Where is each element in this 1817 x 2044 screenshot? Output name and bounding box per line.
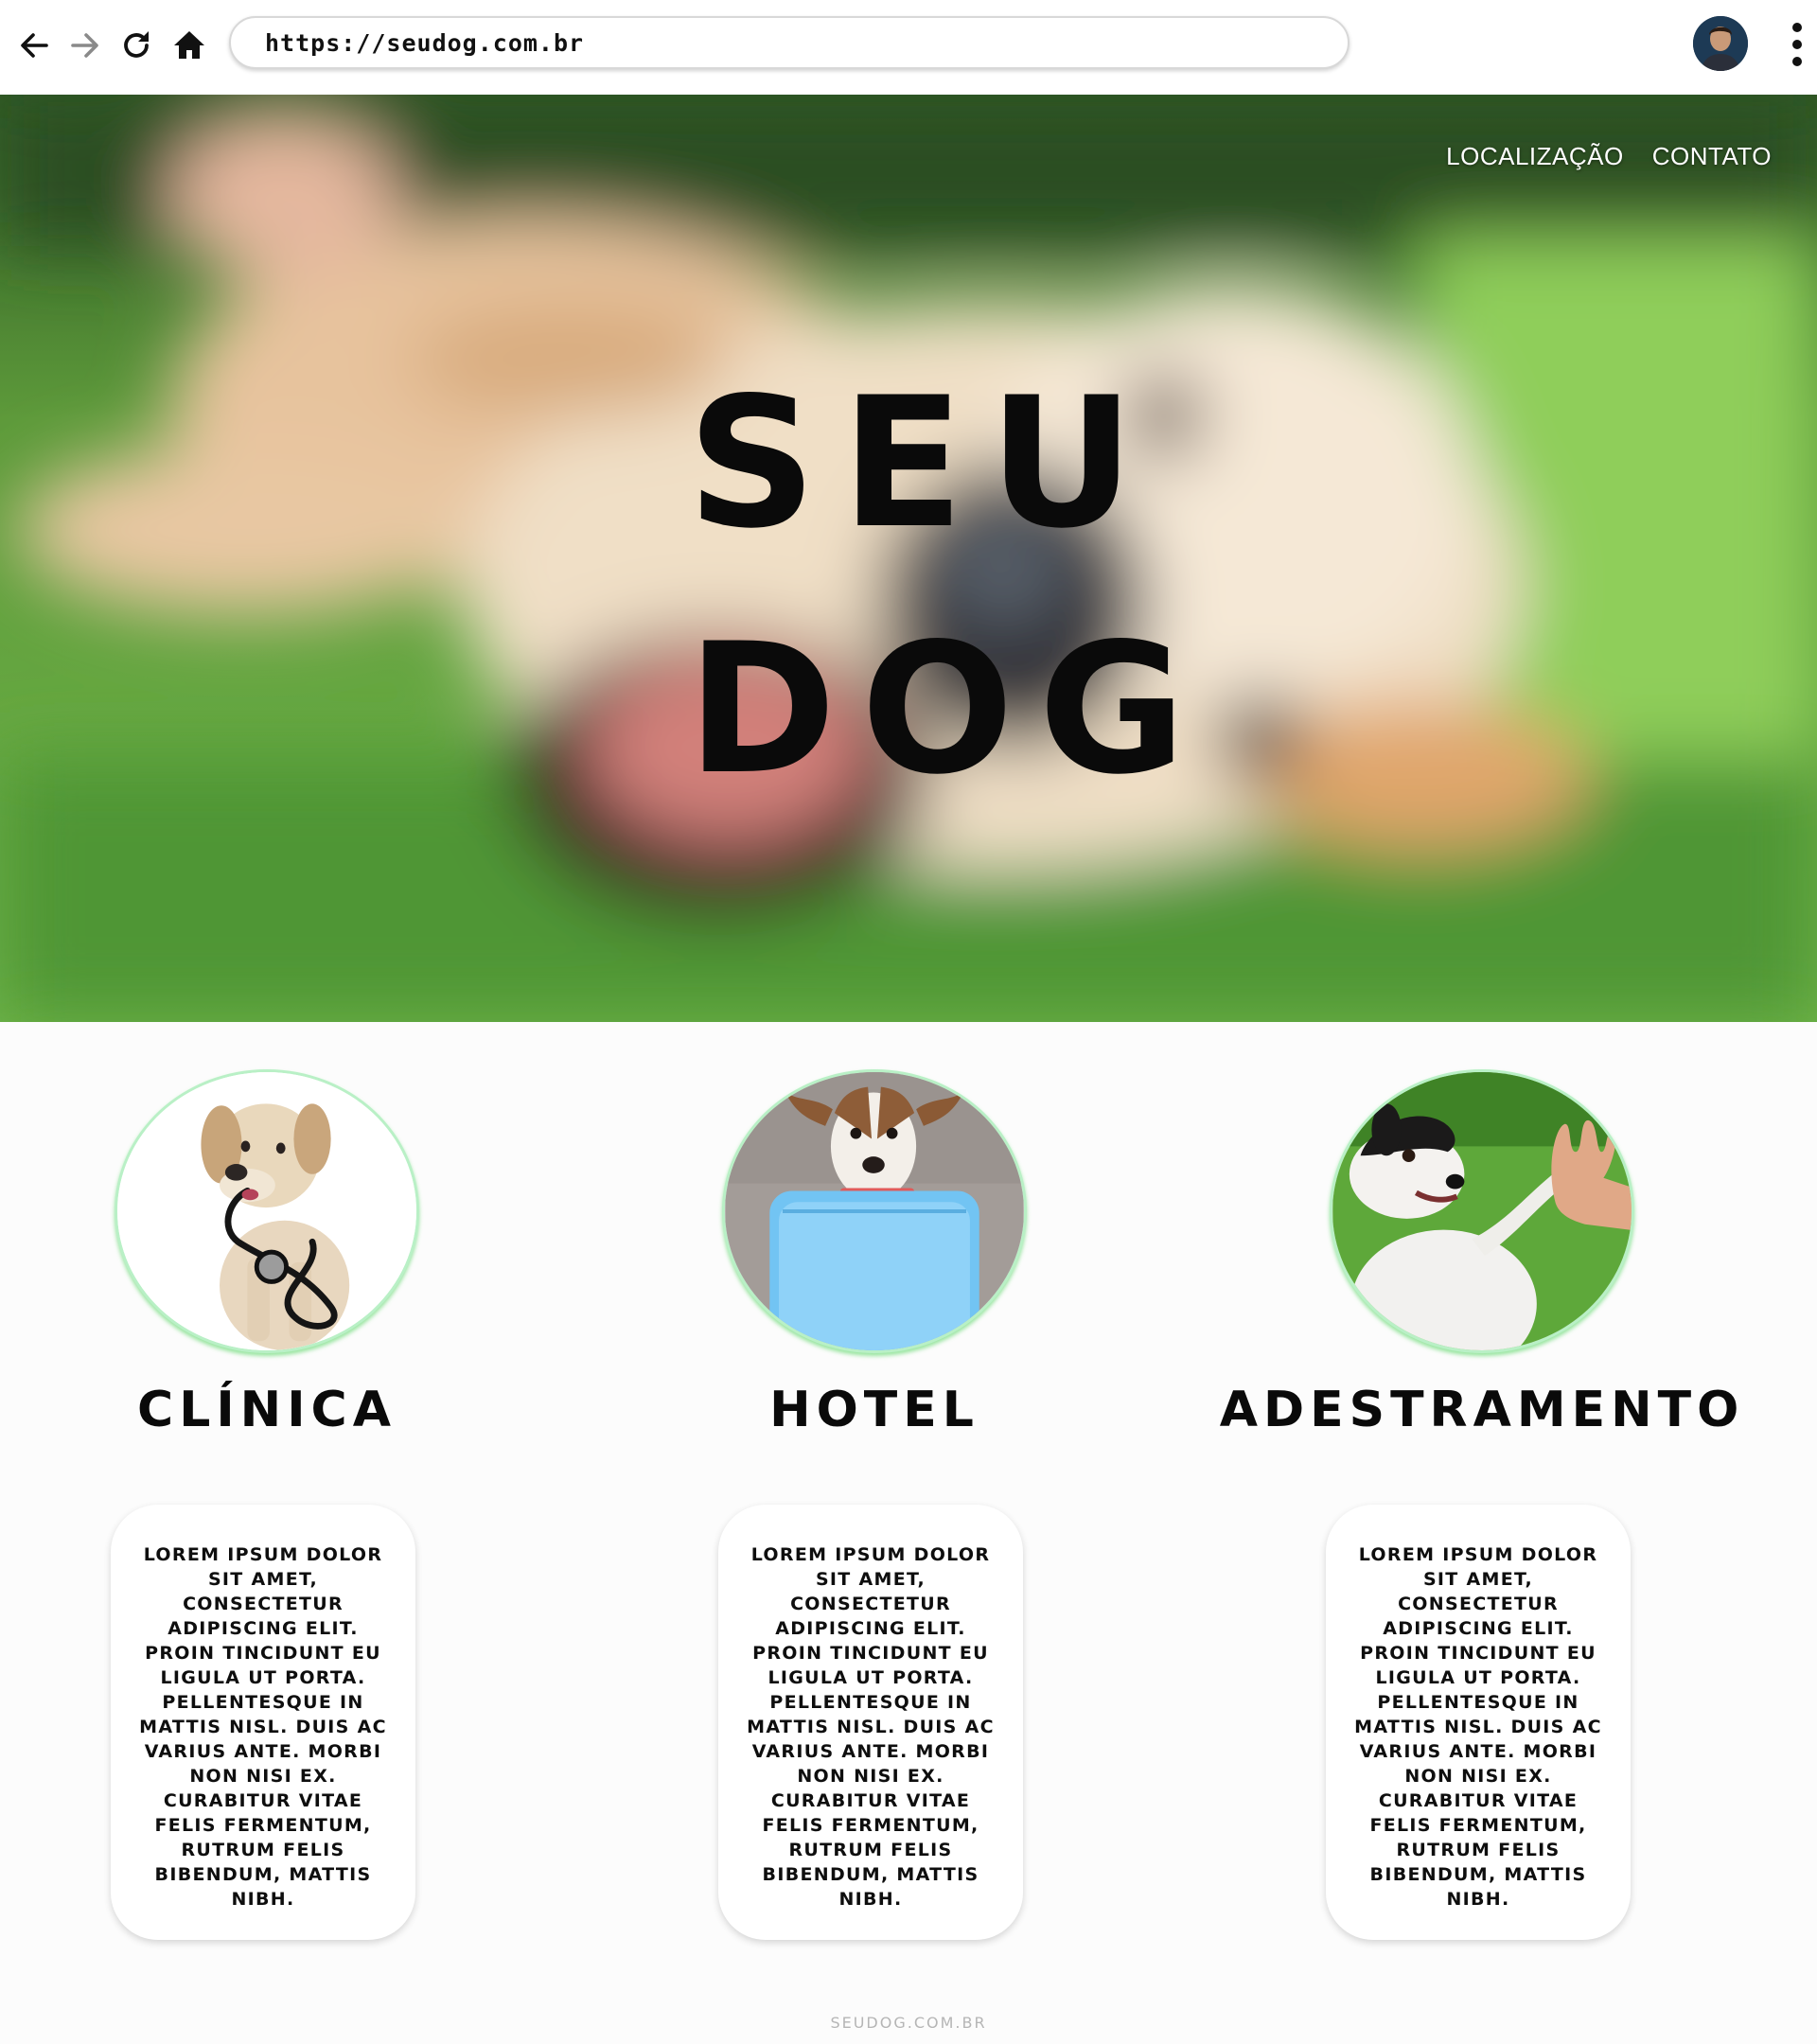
main-nav: LOCALIZAÇÃO CONTATO <box>1446 142 1772 171</box>
adestramento-image[interactable] <box>1330 1069 1634 1353</box>
service-title-hotel: HOTEL <box>769 1382 979 1438</box>
hero-banner: LOCALIZAÇÃO CONTATO SEU DOG <box>0 95 1817 1022</box>
service-clinica: CLÍNICA Lorem ipsum dolor sit amet, cons… <box>111 1069 423 1940</box>
browser-toolbar: https://seudog.com.br <box>0 0 1817 95</box>
service-card-clinica: Lorem ipsum dolor sit amet, consectetur … <box>111 1505 415 1940</box>
footer-text: SEUDOG.COM.BR <box>830 2014 987 2032</box>
url-text[interactable]: https://seudog.com.br <box>265 29 584 57</box>
hotel-image[interactable] <box>722 1069 1027 1353</box>
service-card-hotel: Lorem ipsum dolor sit amet, consectetur … <box>718 1505 1023 1940</box>
home-icon[interactable] <box>170 26 208 64</box>
nav-link-contato[interactable]: CONTATO <box>1652 142 1772 171</box>
dog-with-suitcase-picture <box>725 1072 1024 1350</box>
service-card-adestramento: Lorem ipsum dolor sit amet, consectetur … <box>1326 1505 1631 1940</box>
service-text-adestramento: Lorem ipsum dolor sit amet, consectetur … <box>1354 1544 1602 1910</box>
forward-arrow-icon[interactable] <box>66 26 104 64</box>
service-hotel: HOTEL Lorem ipsum dolor sit amet, consec… <box>718 1069 1031 1940</box>
back-arrow-icon[interactable] <box>15 26 53 64</box>
hero-title: SEU DOG <box>687 341 1210 833</box>
nav-link-localizacao[interactable]: LOCALIZAÇÃO <box>1446 142 1624 171</box>
hero-title-line1: SEU <box>687 359 1159 568</box>
service-text-clinica: Lorem ipsum dolor sit amet, consectetur … <box>139 1544 387 1910</box>
user-avatar[interactable] <box>1693 16 1748 71</box>
service-text-hotel: Lorem ipsum dolor sit amet, consectetur … <box>747 1544 995 1910</box>
service-title-clinica: CLÍNICA <box>137 1382 397 1438</box>
dog-high-five-picture <box>1332 1072 1632 1350</box>
reload-icon[interactable] <box>117 26 155 64</box>
service-adestramento: ADESTRAMENTO Lorem ipsum dolor sit amet,… <box>1220 1069 1738 1940</box>
address-bar[interactable]: https://seudog.com.br <box>229 16 1350 69</box>
hero-title-line2: DOG <box>687 605 1211 814</box>
kebab-menu-icon[interactable] <box>1783 21 1811 68</box>
clinica-image[interactable] <box>115 1069 419 1353</box>
service-title-adestramento: ADESTRAMENTO <box>1219 1382 1745 1438</box>
puppy-stethoscope-picture <box>117 1072 416 1350</box>
